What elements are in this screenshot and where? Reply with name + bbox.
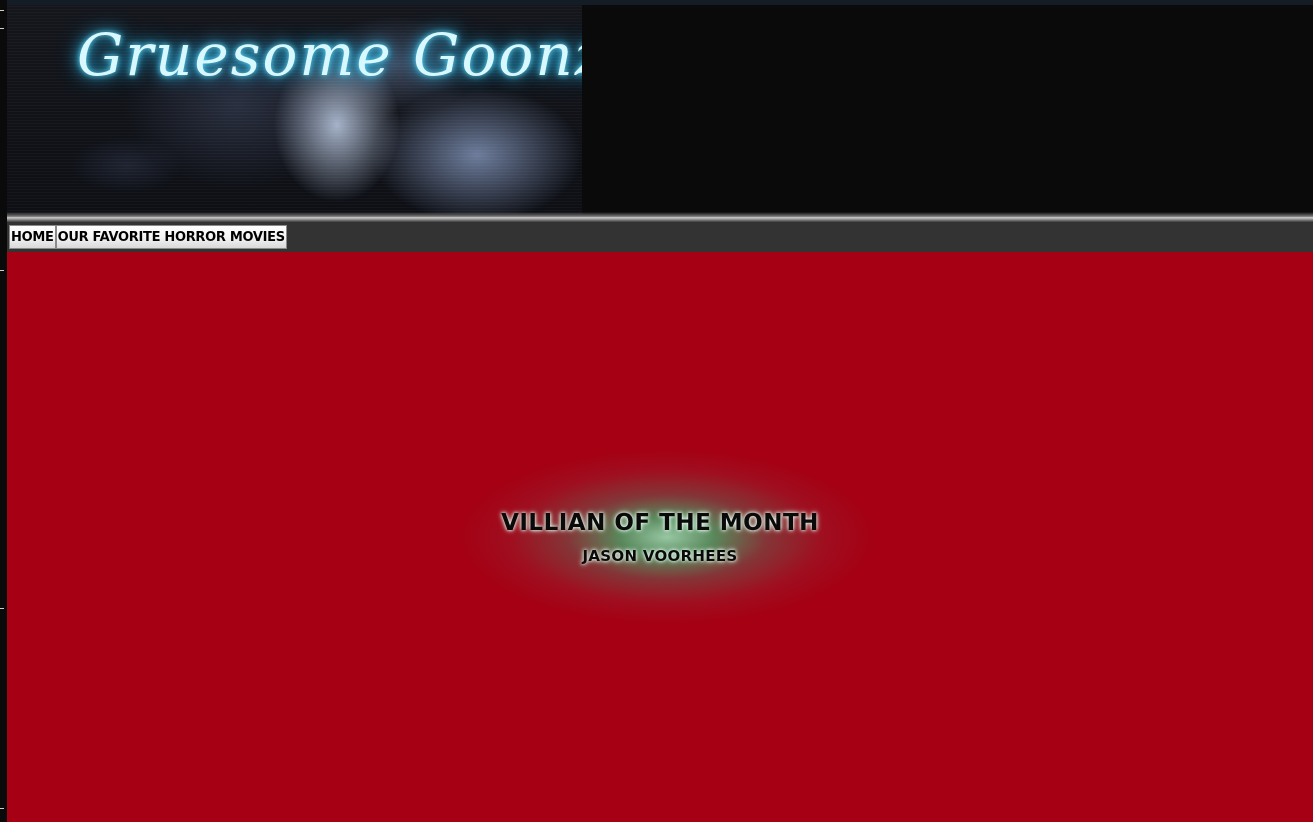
nav-home-link[interactable]: HOME [9,225,56,249]
header-banner-image: Gruesome Goonz [7,5,582,214]
main-nav: HOME OUR FAVORITE HORROR MOVIES [7,222,1313,252]
villain-of-month-heading: VILLIAN OF THE MONTH [501,510,819,536]
nav-favorite-movies-link[interactable]: OUR FAVORITE HORROR MOVIES [55,225,287,249]
page: Gruesome Goonz HOME OUR FAVORITE HORROR … [0,0,1313,822]
edge-mark [0,10,4,11]
edge-mark [0,808,4,809]
edge-mark [0,608,4,609]
villain-name: JASON VOORHEES [582,547,738,565]
feature-glow [407,422,927,652]
edge-mark [0,28,4,29]
site-logo-title: Gruesome Goonz [77,21,582,89]
edge-mark [0,270,4,271]
site-header: Gruesome Goonz [7,5,1313,222]
header-divider [7,212,1313,222]
main-content: VILLIAN OF THE MONTH JASON VOORHEES [7,252,1313,822]
